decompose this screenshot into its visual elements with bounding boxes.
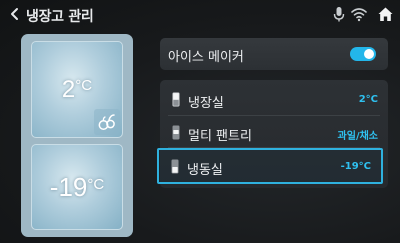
list-item-fridge[interactable]: 냉장실 2°C (160, 83, 388, 117)
list-item-multi-pantry[interactable]: 멀티 팬트리 과일/채소 (160, 116, 388, 150)
page-title: 냉장고 관리 (26, 9, 94, 25)
ice-maker-label: 아이스 메이커 (168, 50, 244, 65)
toggle-knob (364, 49, 374, 59)
freezer-icon (171, 159, 179, 174)
home-icon[interactable] (377, 5, 394, 23)
compartment-list: 냉장실 2°C 멀티 팬트리 과일/채소 냉동실 -19°C (157, 80, 388, 188)
list-item-value: 2°C (358, 94, 378, 105)
list-item-label: 냉장실 (188, 96, 224, 111)
list-item-label: 냉동실 (187, 163, 223, 178)
freezer-compartment-bottom[interactable]: -19°C (31, 144, 123, 230)
fridge-icon (172, 92, 180, 107)
fridge-management-screen: 냉장고 관리 2°C -19°C 아이스 메이커 냉장실 2°C 멀티 팬트리 … (0, 0, 400, 243)
wifi-icon (350, 5, 368, 23)
freezer-temperature: -19°C (49, 172, 105, 202)
list-item-value: 과일/채소 (337, 131, 378, 142)
header-bar: 냉장고 관리 (0, 0, 400, 30)
ice-maker-card: 아이스 메이커 (160, 38, 388, 70)
list-item-freezer[interactable]: 냉동실 -19°C (157, 148, 383, 184)
fridge-diagram: 2°C -19°C (21, 34, 133, 237)
fruit-vegetable-icon (94, 109, 120, 135)
mic-icon[interactable] (333, 5, 345, 23)
list-item-label: 멀티 팬트리 (188, 129, 252, 144)
fridge-temperature: 2°C (61, 76, 93, 103)
pantry-icon (172, 125, 180, 140)
back-icon[interactable] (8, 6, 22, 22)
list-item-value: -19°C (340, 161, 371, 172)
fridge-compartment-top[interactable]: 2°C (31, 41, 123, 138)
ice-maker-toggle[interactable] (350, 47, 376, 61)
